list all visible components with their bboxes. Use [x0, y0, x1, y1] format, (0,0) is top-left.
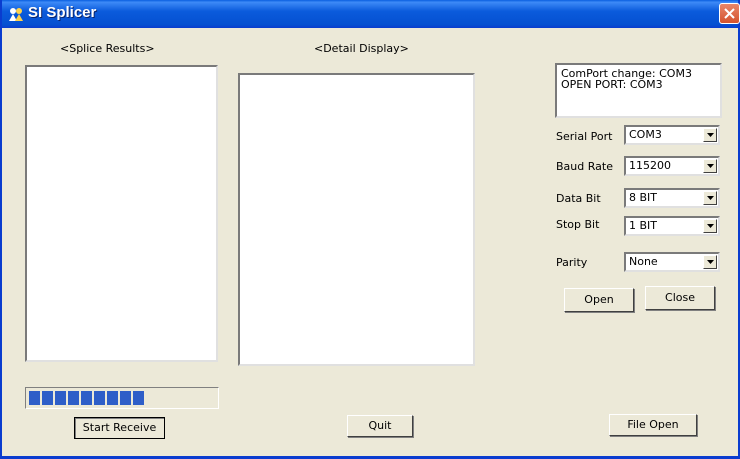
baud-rate-select[interactable]: 115200: [624, 156, 720, 176]
status-line: OPEN PORT: COM3: [561, 78, 663, 91]
parity-label: Parity: [556, 256, 588, 269]
progress-segment: [42, 391, 53, 405]
progress-segment: [55, 391, 66, 405]
dropdown-arrow[interactable]: [703, 128, 717, 142]
stop-bit-value: 1 BIT: [629, 219, 658, 232]
serial-port-select[interactable]: COM3: [624, 125, 720, 145]
chevron-down-icon: [707, 133, 714, 137]
serial-port-value: COM3: [629, 128, 662, 141]
splice-results-header: <Splice Results>: [60, 42, 155, 55]
file-open-button[interactable]: File Open: [609, 414, 697, 436]
close-window-button[interactable]: [719, 3, 740, 24]
status-log[interactable]: ComPort change: COM3 OPEN PORT: COM3: [555, 63, 722, 118]
title-bar[interactable]: SI Splicer: [2, 0, 740, 28]
parity-select[interactable]: None: [624, 252, 720, 272]
data-bit-select[interactable]: 8 BIT: [624, 188, 720, 208]
quit-button[interactable]: Quit: [347, 415, 413, 437]
dropdown-arrow[interactable]: [703, 159, 717, 173]
splice-results-list[interactable]: [25, 65, 218, 362]
receive-progress-bar: [25, 387, 219, 409]
progress-segment: [81, 391, 92, 405]
progress-segment: [133, 391, 144, 405]
dropdown-arrow[interactable]: [703, 219, 717, 233]
serial-port-label: Serial Port: [556, 130, 613, 143]
chevron-down-icon: [707, 164, 714, 168]
parity-value: None: [629, 255, 658, 268]
close-button[interactable]: Close: [645, 286, 715, 310]
chevron-down-icon: [707, 224, 714, 228]
dropdown-arrow[interactable]: [703, 255, 717, 269]
progress-segment: [68, 391, 79, 405]
progress-segment: [29, 391, 40, 405]
data-bit-label: Data Bit: [556, 192, 601, 205]
app-icon: [9, 8, 23, 21]
window-title: SI Splicer: [28, 4, 97, 21]
progress-segment: [120, 391, 131, 405]
detail-display-header: <Detail Display>: [314, 42, 409, 55]
start-receive-button[interactable]: Start Receive: [74, 417, 165, 439]
chevron-down-icon: [707, 260, 714, 264]
open-button[interactable]: Open: [564, 288, 634, 312]
baud-rate-value: 115200: [629, 159, 671, 172]
baud-rate-label: Baud Rate: [556, 160, 613, 173]
progress-segment: [94, 391, 105, 405]
dropdown-arrow[interactable]: [703, 191, 717, 205]
data-bit-value: 8 BIT: [629, 191, 658, 204]
progress-segment: [107, 391, 118, 405]
stop-bit-label: Stop Bit: [556, 218, 600, 231]
detail-display-area[interactable]: [238, 73, 475, 366]
close-icon: [724, 8, 735, 19]
main-window: SI Splicer <Splice Results> <Detail Disp…: [0, 0, 740, 459]
chevron-down-icon: [707, 196, 714, 200]
stop-bit-select[interactable]: 1 BIT: [624, 216, 720, 236]
